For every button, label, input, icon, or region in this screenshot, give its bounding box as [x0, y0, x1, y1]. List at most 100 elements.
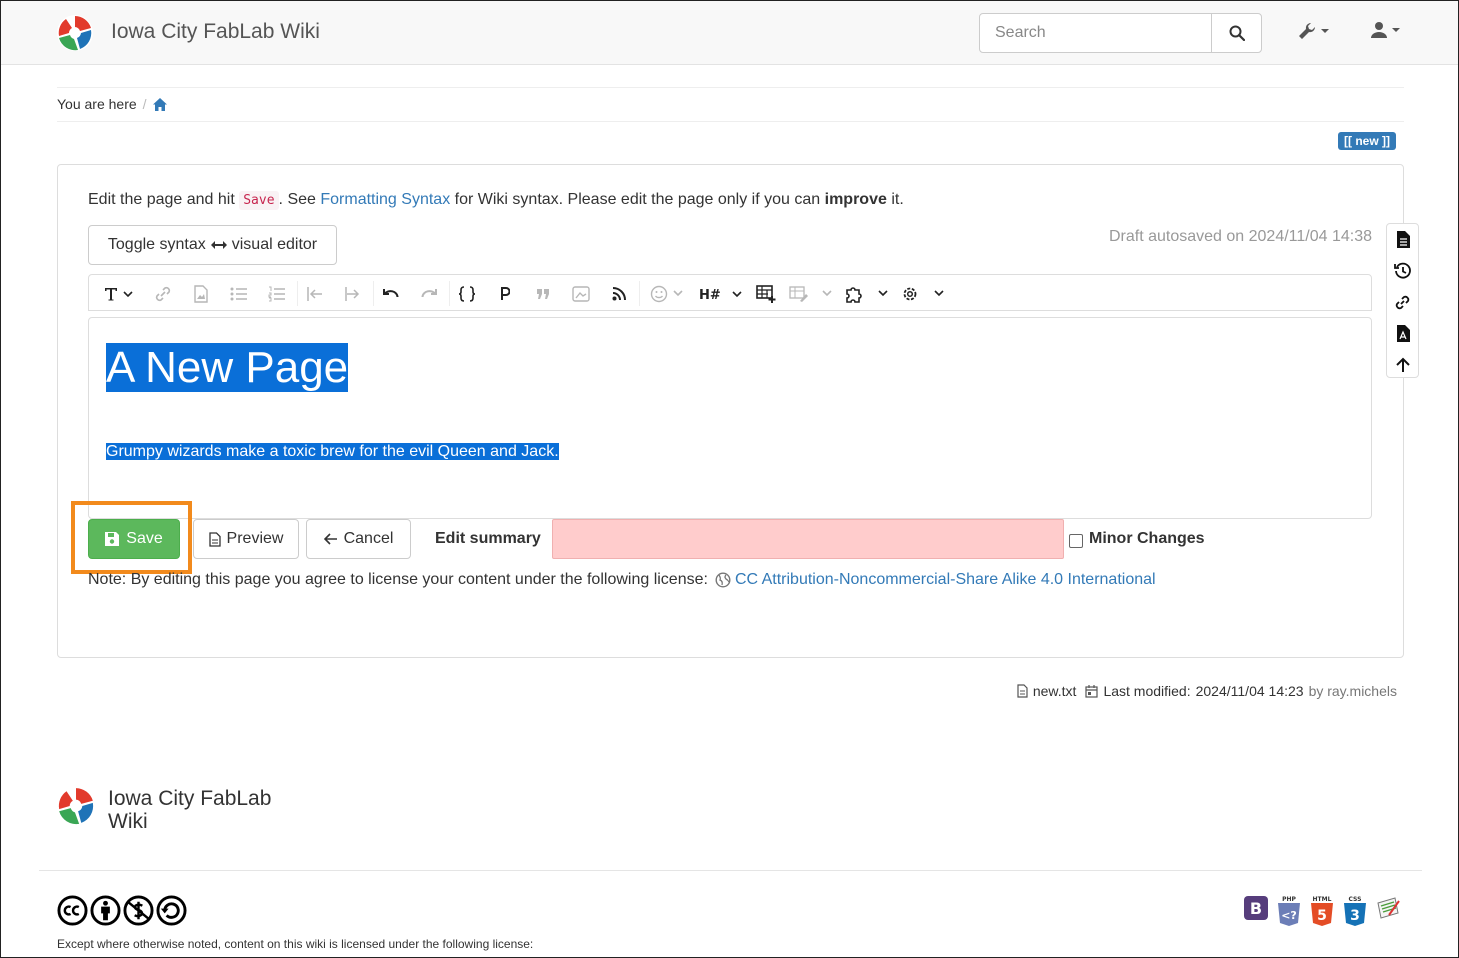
- calendar-icon: [1085, 684, 1099, 698]
- rss-icon: [612, 286, 626, 300]
- table-add-icon: [756, 284, 776, 303]
- footer-license-note: Except where otherwise noted, content on…: [57, 937, 534, 951]
- chevron-down-icon: [1321, 29, 1329, 33]
- export-pdf-button[interactable]: [1387, 318, 1418, 349]
- history-icon: [1393, 262, 1411, 279]
- show-page-button[interactable]: [1387, 224, 1418, 255]
- plugin-dropdown[interactable]: [841, 275, 893, 312]
- intro-text: Edit the page and hit: [88, 191, 235, 208]
- edit-summary-input[interactable]: [552, 519, 1064, 559]
- file-icon: [1017, 684, 1028, 698]
- breadcrumb-label: You are here: [57, 96, 137, 112]
- site-title[interactable]: Iowa City FabLab Wiki: [111, 20, 320, 44]
- svg-text:5: 5: [1317, 908, 1327, 924]
- edit-intro-text: Edit the page and hit Save. See Formatti…: [88, 191, 904, 210]
- css3-icon[interactable]: CSS 3: [1342, 895, 1368, 927]
- quote-icon: [537, 288, 549, 299]
- breadcrumb: You are here /: [57, 96, 167, 112]
- bullet-list-button[interactable]: [221, 275, 257, 312]
- svg-text:PHP: PHP: [1282, 896, 1296, 903]
- link-icon: [1395, 295, 1410, 310]
- numbered-list-button[interactable]: [259, 275, 295, 312]
- footer-title-line1: Iowa City FabLab: [108, 787, 272, 810]
- improve-text: improve: [824, 191, 887, 208]
- document-icon: [1396, 231, 1410, 248]
- php-icon[interactable]: PHP <?: [1276, 895, 1302, 927]
- user-menu[interactable]: [1370, 21, 1400, 39]
- editor-heading[interactable]: A New Page: [106, 343, 349, 393]
- braces-icon: [458, 285, 476, 302]
- redo-button[interactable]: [411, 275, 447, 312]
- dokuwiki-icon[interactable]: [1375, 895, 1401, 921]
- svg-text:H#: H#: [699, 288, 721, 301]
- last-modified-date: 2024/11/04 14:23: [1195, 683, 1304, 699]
- globe-icon: [715, 572, 731, 588]
- image-file-icon: [194, 284, 208, 303]
- smiley-icon: [650, 285, 683, 302]
- gear-icon: [903, 287, 944, 300]
- page-tools-sidebar: [1386, 223, 1419, 378]
- indent-button[interactable]: [335, 275, 371, 312]
- search-button[interactable]: [1211, 13, 1262, 53]
- cc-license-badges[interactable]: [57, 895, 187, 926]
- undo-icon: [383, 288, 399, 297]
- search-input[interactable]: [979, 13, 1213, 53]
- user-icon: [1371, 22, 1387, 38]
- preview-button[interactable]: Preview: [193, 519, 299, 559]
- divider: [57, 121, 1404, 122]
- intro-text: it.: [891, 191, 904, 208]
- table-edit-dropdown[interactable]: [785, 275, 837, 312]
- svg-text:HTML: HTML: [1313, 896, 1332, 903]
- numbered-list-icon: [268, 286, 285, 301]
- insert-file-button[interactable]: [563, 275, 599, 312]
- page-id-badge[interactable]: [[ new ]]: [1338, 132, 1396, 150]
- svg-text:3: 3: [1350, 908, 1360, 924]
- tools-menu[interactable]: [1297, 21, 1329, 41]
- save-highlight-box: [71, 501, 192, 574]
- arrow-left-icon: [323, 533, 337, 545]
- text-type-icon: [105, 287, 133, 300]
- heading-dropdown[interactable]: H#: [695, 275, 747, 312]
- selected-paragraph-text: Grumpy wizards make a toxic brew for the…: [106, 443, 559, 460]
- table-button[interactable]: [751, 275, 781, 312]
- cancel-button[interactable]: Cancel: [306, 519, 411, 559]
- wrench-icon: [1299, 22, 1316, 39]
- toggle-label-left: Toggle syntax: [107, 236, 206, 253]
- html5-icon[interactable]: HTML 5: [1309, 895, 1335, 927]
- toolbar-separator: [639, 281, 640, 306]
- page-filename: new.txt: [1032, 683, 1077, 699]
- bullet-list-icon: [230, 287, 247, 300]
- rss-button[interactable]: [601, 275, 637, 312]
- revisions-button[interactable]: [1387, 255, 1418, 286]
- paragraph-button[interactable]: [487, 275, 523, 312]
- undo-button[interactable]: [373, 275, 409, 312]
- footer-title-line2: Wiki: [108, 810, 148, 833]
- checkbox[interactable]: [1069, 534, 1083, 548]
- footer-logo-icon[interactable]: [56, 786, 96, 826]
- outdent-button[interactable]: [297, 275, 333, 312]
- bootstrap-icon[interactable]: B: [1243, 895, 1269, 921]
- breadcrumb-separator: /: [142, 96, 147, 112]
- arrow-up-icon: [1395, 357, 1410, 372]
- backlinks-button[interactable]: [1387, 287, 1418, 318]
- minor-changes-checkbox[interactable]: Minor Changes: [1069, 530, 1205, 548]
- formatting-syntax-link[interactable]: Formatting Syntax: [320, 191, 450, 208]
- divider: [57, 87, 1404, 88]
- home-icon[interactable]: [152, 97, 167, 111]
- toggle-editor-button[interactable]: Toggle syntax visual editor: [88, 225, 337, 265]
- emoji-dropdown[interactable]: [641, 275, 693, 312]
- code-block-button[interactable]: [449, 275, 485, 312]
- editor-paragraph[interactable]: Grumpy wizards make a toxic brew for the…: [106, 442, 559, 462]
- table-edit-icon: [789, 285, 832, 302]
- text-style-dropdown[interactable]: [95, 275, 143, 312]
- link-button[interactable]: [145, 275, 181, 312]
- cc-license-link[interactable]: CC Attribution-Noncommercial-Share Alike…: [735, 571, 1156, 589]
- blockquote-button[interactable]: [525, 275, 561, 312]
- image-button[interactable]: [183, 275, 219, 312]
- fablab-logo-icon[interactable]: [56, 14, 94, 52]
- selected-heading-text: A New Page: [106, 343, 349, 392]
- footer-site-title[interactable]: Iowa City FabLab Wiki: [108, 787, 271, 833]
- page-info: new.txt Last modified: 2024/11/04 14:23 …: [1017, 683, 1397, 699]
- settings-dropdown[interactable]: [897, 275, 949, 312]
- back-to-top-button[interactable]: [1387, 349, 1418, 380]
